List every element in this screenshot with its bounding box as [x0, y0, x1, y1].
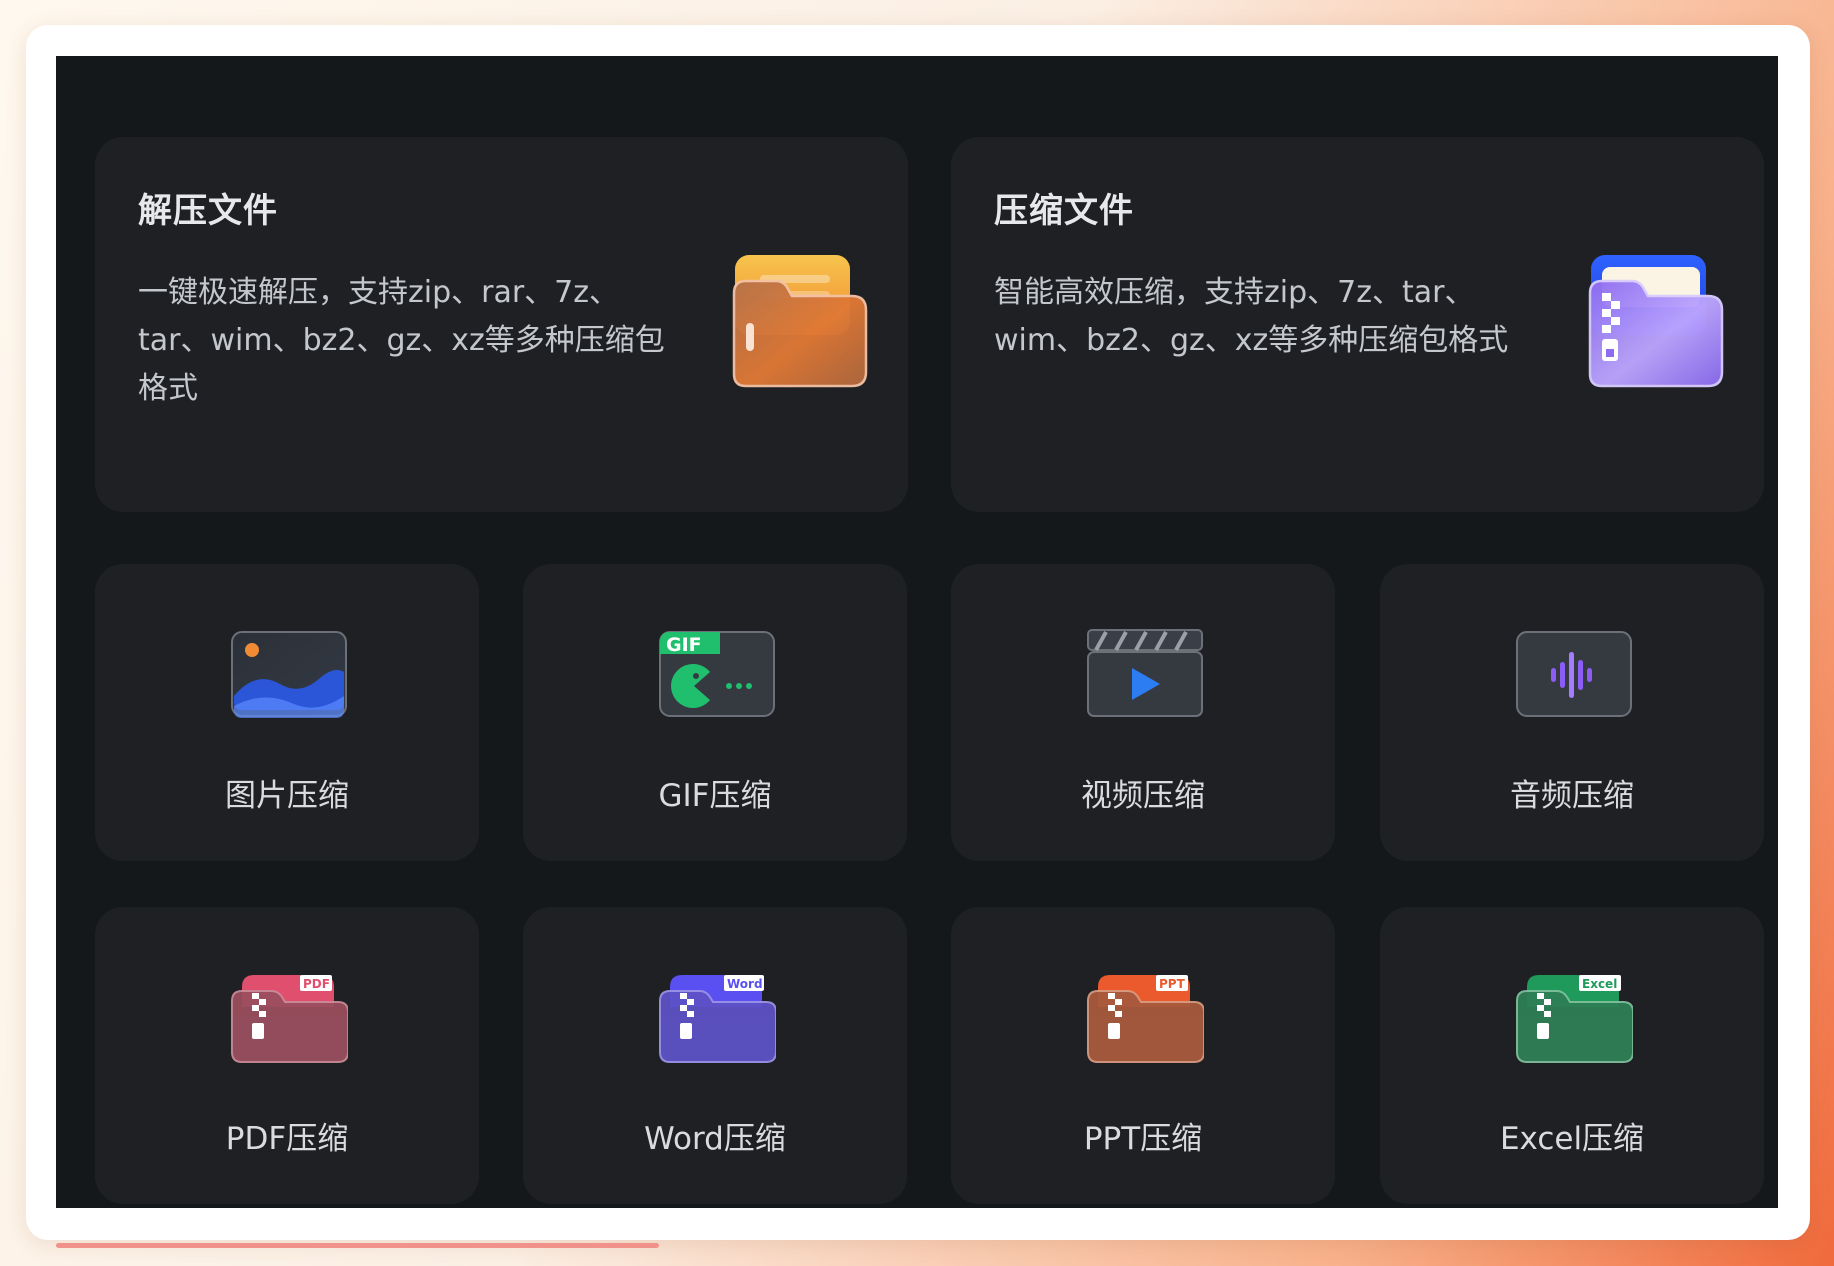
tool-image-compress[interactable]: 图片压缩 — [95, 564, 479, 861]
ppt-badge: PPT — [1159, 977, 1186, 991]
compression-tool-panel: 解压文件 一键极速解压，支持zip、rar、7z、tar、wim、bz2、gz、… — [56, 56, 1778, 1208]
tool-label: PPT压缩 — [1083, 1121, 1203, 1157]
audio-icon — [1516, 631, 1632, 717]
scroll-progress-track — [56, 1243, 1778, 1248]
tool-ppt-compress[interactable]: PPT PPT压缩 — [951, 907, 1335, 1204]
pdf-badge: PDF — [303, 977, 330, 991]
excel-badge: Excel — [1582, 977, 1617, 991]
zip-folder-icon — [1588, 255, 1724, 388]
pdf-zip-icon: PDF — [231, 975, 348, 1063]
extract-files-title: 解压文件 — [138, 191, 278, 231]
gif-icon: GIF — [659, 631, 775, 717]
compress-files-title: 压缩文件 — [994, 191, 1134, 231]
tool-audio-compress[interactable]: 音频压缩 — [1380, 564, 1764, 861]
tool-label: 图片压缩 — [225, 778, 349, 814]
tool-word-compress[interactable]: Word Word压缩 — [523, 907, 907, 1204]
tool-label: Excel压缩 — [1499, 1121, 1645, 1157]
tool-pdf-compress[interactable]: PDF PDF压缩 — [95, 907, 479, 1204]
scroll-progress-fill — [56, 1243, 659, 1248]
tool-label: PDF压缩 — [225, 1121, 349, 1157]
tool-video-compress[interactable]: 视频压缩 — [951, 564, 1335, 861]
tool-label: GIF压缩 — [658, 778, 772, 814]
compress-files-description: 智能高效压缩，支持zip、7z、tar、wim、bz2、gz、xz等多种压缩包格… — [994, 275, 1509, 358]
extract-files-card[interactable]: 解压文件 一键极速解压，支持zip、rar、7z、tar、wim、bz2、gz、… — [95, 137, 908, 512]
image-icon — [231, 631, 347, 718]
video-icon — [1087, 629, 1203, 717]
tool-label: Word压缩 — [644, 1121, 786, 1157]
word-badge: Word — [727, 977, 763, 991]
ppt-zip-icon: PPT — [1087, 975, 1204, 1063]
word-zip-icon: Word — [659, 975, 776, 1063]
gif-badge: GIF — [666, 634, 702, 656]
extract-files-description: 一键极速解压，支持zip、rar、7z、tar、wim、bz2、gz、xz等多种… — [138, 275, 665, 406]
tool-excel-compress[interactable]: Excel Excel压缩 — [1380, 907, 1764, 1204]
compress-files-card[interactable]: 压缩文件 智能高效压缩，支持zip、7z、tar、wim、bz2、gz、xz等多… — [951, 137, 1764, 512]
tool-gif-compress[interactable]: GIF GIF压缩 — [523, 564, 907, 861]
excel-zip-icon: Excel — [1516, 975, 1633, 1063]
tool-label: 视频压缩 — [1081, 778, 1205, 814]
folder-open-icon — [732, 255, 868, 388]
tool-label: 音频压缩 — [1510, 778, 1634, 814]
